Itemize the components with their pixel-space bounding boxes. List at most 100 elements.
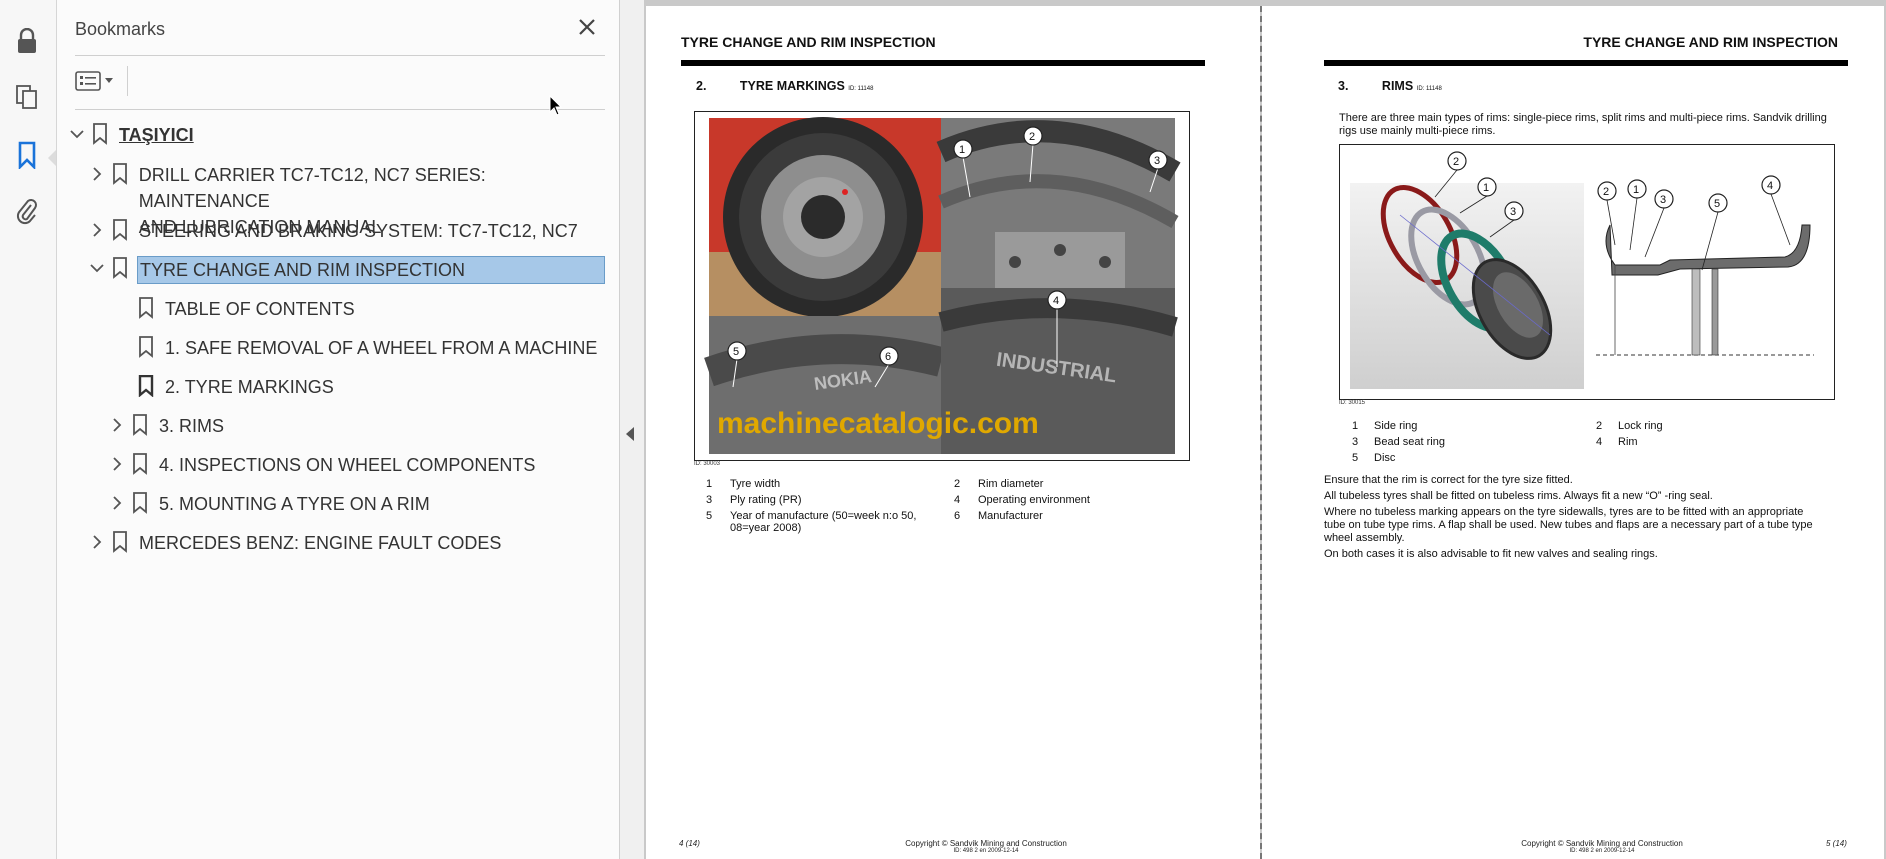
legend-number: 1 [1352, 420, 1359, 432]
doc-id: ID: 498 2 en 2009-12-14 [953, 848, 1019, 854]
body-text: On both cases it is also advisable to fi… [1324, 548, 1658, 560]
bookmark-item-steering[interactable]: STEERING AND BRAKING SYSTEM: TC7-TC12, N… [87, 218, 578, 244]
close-icon[interactable] [574, 14, 600, 40]
bookmark-label: STEERING AND BRAKING SYSTEM: TC7-TC12, N… [139, 221, 578, 241]
bookmark-item-tyre-change[interactable]: TYRE CHANGE AND RIM INSPECTION [87, 256, 605, 284]
bookmark-item-mercedes[interactable]: MERCEDES BENZ: ENGINE FAULT CODES [87, 530, 501, 556]
legend-row: 3 Bead seat ring 4 Rim [1352, 436, 1663, 452]
legend-number: 2 [954, 478, 961, 490]
body-text: All tubeless tyres shall be fitted on tu… [1324, 490, 1713, 502]
legend-number [1596, 452, 1618, 468]
rim-diagram-figure: 2 1 3 2 1 3 5 4 [1339, 144, 1835, 400]
bookmark-label: 3. RIMS [159, 416, 225, 436]
page-number: 5 (14) [1826, 839, 1847, 848]
bookmark-icon [133, 335, 159, 359]
tyre-photo-figure: NOKIA INDUSTRIAL 1 2 3 4 5 6 machinecata… [694, 111, 1190, 461]
body-text: wheel assembly. [1324, 532, 1405, 544]
chevron-right-icon[interactable] [87, 162, 107, 186]
body-text: tube on tube type rims. A flap shall be … [1324, 519, 1813, 531]
bookmark-item-tyre-markings[interactable]: 2. TYRE MARKINGS [133, 374, 334, 400]
legend-text-line: 08=year 2008) [730, 522, 802, 534]
bookmark-label: DRILL CARRIER TC7-TC12, NC7 SERIES: MAIN… [138, 165, 486, 211]
chevron-down-icon[interactable] [67, 122, 87, 146]
chevron-right-icon[interactable] [87, 530, 107, 554]
bookmark-icon [107, 218, 133, 242]
options-menu-button[interactable] [75, 68, 123, 94]
bookmark-icon [133, 296, 159, 320]
body-text: Where no tubeless marking appears on the… [1324, 506, 1804, 518]
header-rule [1324, 60, 1848, 66]
legend-text: Operating environment [978, 494, 1090, 506]
bookmark-icon [107, 256, 133, 280]
chevron-right-icon[interactable] [87, 218, 107, 242]
callout-label: 1 [1483, 182, 1489, 194]
legend-row: 5 Year of manufacture (50=week n:o 50, 08… [706, 510, 1090, 538]
legend-text: Bead seat ring [1374, 436, 1445, 448]
attachment-icon[interactable] [12, 196, 42, 226]
legend-number: 6 [954, 510, 961, 522]
chevron-right-icon[interactable] [107, 413, 127, 437]
bookmark-item-toc[interactable]: TABLE OF CONTENTS [133, 296, 355, 322]
watermark: machinecatalogic.com [717, 407, 1039, 440]
legend-number: 3 [706, 494, 713, 506]
page-header: TYRE CHANGE AND RIM INSPECTION [1583, 34, 1838, 50]
intro-line: There are three main types of rims: sing… [1339, 112, 1827, 124]
chevron-down-icon[interactable] [87, 256, 107, 280]
bookmark-icon [127, 452, 153, 476]
legend-number: 5 [706, 510, 713, 522]
callout-label: 1 [959, 144, 965, 156]
bookmark-label: 2. TYRE MARKINGS [165, 377, 334, 397]
panel-splitter[interactable] [620, 0, 644, 859]
section-number: 3. [1338, 79, 1349, 93]
image-id: ID: 30015 [1339, 400, 1366, 406]
bookmark-item-root[interactable]: TAŞIYICI [67, 122, 194, 148]
legend-text: Ply rating (PR) [730, 494, 802, 506]
legend-number: 4 [954, 494, 961, 506]
bookmarks-icon[interactable] [12, 140, 42, 170]
callout-label: 2 [1453, 156, 1459, 168]
divider [75, 55, 605, 56]
bookmark-filled-icon [133, 374, 159, 398]
bookmark-icon [127, 413, 153, 437]
section-heading: 3. RIMS ID: 11148 [1338, 79, 1442, 93]
legend-row: 3 Ply rating (PR) 4 Operating environmen… [706, 494, 1090, 510]
legend-text-line: Year of manufacture (50=week n:o 50, [730, 510, 917, 522]
section-heading: 2. TYRE MARKINGS ID: 11148 [696, 79, 873, 93]
bookmark-item-mounting[interactable]: 5. MOUNTING A TYRE ON A RIM [107, 491, 430, 517]
copyright: Copyright © Sandvik Mining and Construct… [905, 839, 1067, 848]
panel-title: Bookmarks [75, 19, 166, 39]
lock-icon[interactable] [12, 26, 42, 56]
section-title: RIMS [1381, 79, 1414, 93]
divider [75, 109, 605, 110]
callout-label: 3 [1510, 206, 1516, 218]
document-view: TYRE CHANGE AND RIM INSPECTION 2. TYRE M… [644, 0, 1886, 859]
bookmark-label: 4. INSPECTIONS ON WHEEL COMPONENTS [159, 455, 536, 475]
pdf-page-left: TYRE CHANGE AND RIM INSPECTION 2. TYRE M… [646, 6, 1260, 859]
header-rule [681, 60, 1205, 66]
section-number: 2. [696, 79, 707, 93]
bookmark-item-inspections[interactable]: 4. INSPECTIONS ON WHEEL COMPONENTS [107, 452, 535, 478]
pdf-page-right: TYRE CHANGE AND RIM INSPECTION 3. RIMS I… [1262, 6, 1884, 859]
legend-table: 1 Tyre width 2 Rim diameter 3 Ply rating… [706, 478, 1090, 538]
legend-text: Side ring [1374, 420, 1418, 432]
pages-icon[interactable] [12, 82, 42, 112]
legend-text: Disc [1374, 452, 1396, 464]
image-id: ID: 30003 [694, 461, 721, 467]
chevron-right-icon[interactable] [107, 491, 127, 515]
tool-rail [0, 0, 57, 859]
legend-text: Year of manufacture (50=week n:o 50, 08=y… [730, 510, 954, 538]
section-id: ID: 11148 [1416, 86, 1442, 92]
divider [127, 66, 128, 96]
legend-text: Tyre width [730, 478, 781, 490]
collapse-arrow-icon[interactable] [626, 427, 634, 441]
bookmark-label: TABLE OF CONTENTS [165, 299, 355, 319]
chevron-right-icon[interactable] [107, 452, 127, 476]
bookmark-item-safe-removal[interactable]: 1. SAFE REMOVAL OF A WHEEL FROM A MACHIN… [133, 335, 597, 361]
intro-line: rigs use mainly multi-piece rims. [1339, 125, 1496, 137]
chevron-down-icon [105, 78, 113, 83]
legend-text: Lock ring [1618, 420, 1663, 432]
callout-label: 5 [733, 346, 739, 358]
legend-text: Manufacturer [978, 510, 1043, 522]
bookmark-item-rims[interactable]: 3. RIMS [107, 413, 224, 439]
legend-number: 1 [706, 478, 713, 490]
